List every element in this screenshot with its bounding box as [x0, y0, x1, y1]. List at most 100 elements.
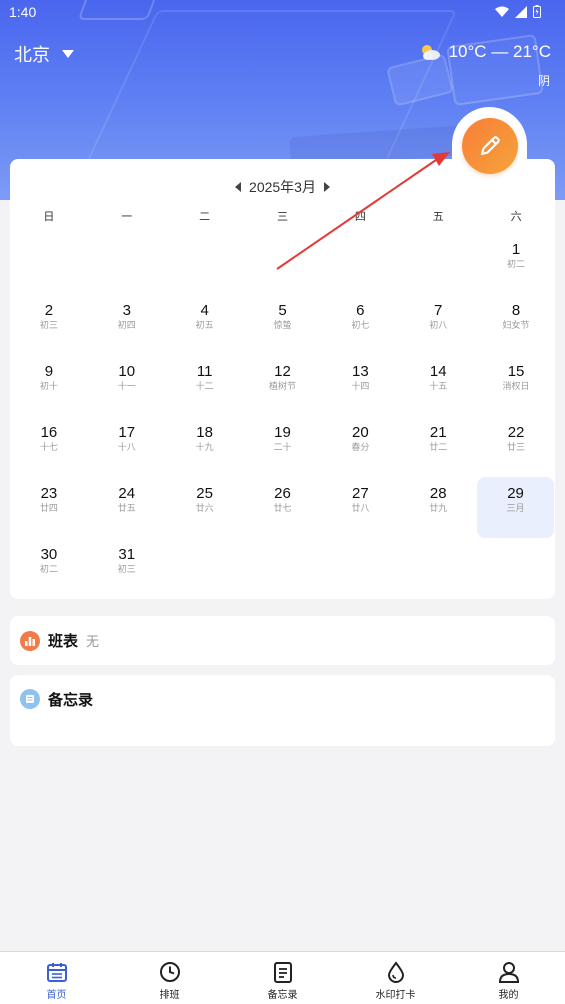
edit-button[interactable] — [462, 118, 518, 174]
weekday-header: 日一二三四五六 — [10, 208, 555, 224]
memo-row[interactable]: 备忘录 — [10, 675, 555, 746]
partly-cloudy-icon — [421, 45, 440, 60]
lunar-date: 初三 — [39, 320, 58, 330]
day-cell[interactable]: 25 廿六 — [166, 477, 244, 538]
day-cell[interactable]: 2 初三 — [10, 294, 88, 355]
day-cell[interactable]: 10 十一 — [88, 355, 166, 416]
lunar-date: 十四 — [351, 381, 370, 391]
day-cell[interactable]: 22 廿三 — [477, 416, 555, 477]
lunar-date: 惊蛰 — [273, 320, 292, 330]
empty-day-cell — [10, 233, 88, 294]
day-number: 6 — [356, 302, 365, 319]
weekday-label: 日 — [43, 211, 55, 223]
day-cell[interactable]: 19 二十 — [244, 416, 322, 477]
day-number: 8 — [511, 302, 521, 319]
lunar-date: 初二 — [39, 564, 58, 574]
weekday-label: 六 — [510, 211, 522, 223]
day-number: 25 — [196, 485, 213, 502]
city-selector[interactable]: 北京 — [14, 41, 74, 67]
lunar-date: 三月 — [506, 503, 525, 513]
clock-icon — [159, 962, 180, 982]
next-month-icon[interactable] — [323, 182, 330, 192]
battery-icon — [533, 5, 541, 18]
day-cell[interactable]: 15 消权日 — [477, 355, 555, 416]
tab-label: 水印打卡 — [375, 990, 416, 1001]
day-cell[interactable]: 20 春分 — [321, 416, 399, 477]
day-number: 19 — [274, 424, 291, 441]
tab-watermark-checkin[interactable]: 水印打卡 — [339, 952, 452, 1004]
day-cell[interactable]: 31 初三 — [88, 538, 166, 599]
calendar-card: 2025年3月 日一二三四五六 1 初二 2 初三 3 初四 4 初五 5 惊蛰 6 初七 7 初八 8 妇女… — [10, 159, 555, 599]
lunar-date: 廿二 — [429, 442, 448, 452]
day-cell[interactable]: 24 廿五 — [88, 477, 166, 538]
lunar-date: 十九 — [195, 442, 214, 452]
lunar-date: 初四 — [117, 320, 136, 330]
day-number: 17 — [118, 424, 136, 441]
day-cell[interactable]: 16 十七 — [10, 416, 88, 477]
day-number: 1 — [511, 241, 521, 258]
empty-day-cell — [244, 233, 322, 294]
day-cell-selected[interactable]: 29 三月 — [477, 477, 554, 538]
day-cell[interactable]: 11 十二 — [166, 355, 244, 416]
weekday-label: 三 — [276, 211, 288, 223]
lunar-date: 廿四 — [39, 503, 58, 513]
tab-profile[interactable]: 我的 — [452, 952, 565, 1004]
day-cell[interactable]: 23 廿四 — [10, 477, 88, 538]
tab-home[interactable]: 首页 — [0, 952, 113, 1004]
lunar-date: 十五 — [429, 381, 448, 391]
signal-icon — [515, 5, 527, 18]
month-navigator: 2025年3月 — [10, 177, 555, 197]
lunar-date: 二十 — [273, 442, 292, 452]
lunar-date: 廿三 — [507, 442, 526, 452]
month-label[interactable]: 2025年3月 — [249, 177, 316, 197]
weekday-label: 一 — [121, 211, 133, 223]
lunar-date: 十二 — [195, 381, 214, 391]
status-icons — [495, 5, 541, 18]
tab-schedule[interactable]: 排班 — [113, 952, 226, 1004]
empty-day-cell — [399, 233, 477, 294]
schedule-row[interactable]: 班表 无 — [10, 616, 555, 665]
day-number: 7 — [434, 302, 443, 319]
day-number: 20 — [352, 424, 369, 441]
day-cell[interactable]: 18 十九 — [166, 416, 244, 477]
day-cell[interactable]: 26 廿七 — [244, 477, 322, 538]
day-cell[interactable]: 17 十八 — [88, 416, 166, 477]
lunar-date: 植树节 — [268, 381, 296, 391]
lunar-date: 消权日 — [502, 381, 530, 391]
day-cell[interactable]: 7 初八 — [399, 294, 477, 355]
tab-memo[interactable]: 备忘录 — [226, 952, 339, 1004]
memo-title: 备忘录 — [48, 692, 94, 709]
tab-label: 排班 — [159, 990, 180, 1001]
temperature-range: 10°C — 21°C — [448, 42, 551, 61]
day-cell[interactable]: 14 十五 — [399, 355, 477, 416]
day-cell[interactable]: 28 廿九 — [399, 477, 477, 538]
lunar-date: 初七 — [351, 320, 370, 330]
day-cell[interactable]: 27 廿八 — [321, 477, 399, 538]
day-cell[interactable]: 30 初二 — [10, 538, 88, 599]
day-number: 21 — [429, 424, 447, 441]
lunar-date: 初十 — [39, 381, 58, 391]
day-cell[interactable]: 21 廿二 — [399, 416, 477, 477]
tab-label: 我的 — [498, 990, 519, 1001]
lunar-date: 初二 — [507, 259, 526, 269]
day-cell[interactable]: 6 初七 — [321, 294, 399, 355]
day-cell[interactable]: 8 妇女节 — [477, 294, 555, 355]
day-number: 16 — [40, 424, 58, 441]
day-cell[interactable]: 4 初五 — [166, 294, 244, 355]
pencil-icon — [480, 136, 500, 156]
empty-day-cell — [88, 233, 166, 294]
day-cell[interactable]: 1 初二 — [477, 233, 555, 294]
lunar-date: 初八 — [429, 320, 448, 330]
day-number: 22 — [507, 424, 525, 441]
day-cell[interactable]: 13 十四 — [321, 355, 399, 416]
lunar-date: 妇女节 — [502, 320, 530, 330]
prev-month-icon[interactable] — [235, 182, 242, 192]
day-cell[interactable]: 3 初四 — [88, 294, 166, 355]
day-cell[interactable]: 9 初十 — [10, 355, 88, 416]
day-number: 11 — [196, 363, 213, 380]
day-number: 2 — [44, 302, 54, 319]
lunar-date: 春分 — [351, 442, 370, 452]
calendar-grid: 1 初二 2 初三 3 初四 4 初五 5 惊蛰 6 初七 7 初八 8 妇女节 9 初十 10 十一 11 十二 12 植树… — [10, 233, 555, 599]
day-cell[interactable]: 12 植树节 — [244, 355, 322, 416]
day-cell[interactable]: 5 惊蛰 — [244, 294, 322, 355]
